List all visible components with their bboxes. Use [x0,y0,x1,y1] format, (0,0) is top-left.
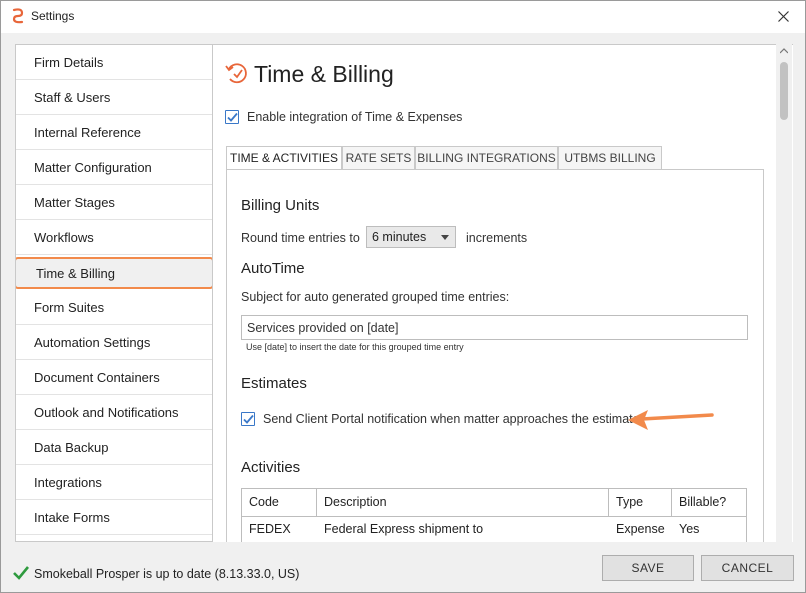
sidebar-item-document-containers[interactable]: Document Containers [16,360,212,395]
time-billing-clock-icon [224,60,250,86]
cancel-button[interactable]: CANCEL [701,555,794,581]
close-button[interactable] [769,4,797,28]
sidebar-item-integrations[interactable]: Integrations [16,465,212,500]
autotime-hint: Use [date] to insert the date for this g… [246,342,464,352]
column-header-description[interactable]: Description [317,489,609,517]
tab-time-activities[interactable]: TIME & ACTIVITIES [226,146,342,171]
column-header-type[interactable]: Type [609,489,672,517]
estimate-notification-label[interactable]: Send Client Portal notification when mat… [263,412,640,426]
column-header-code[interactable]: Code [242,489,317,517]
settings-window: Settings Firm Details Staff & Users Inte… [0,0,806,593]
round-time-value: 6 minutes [372,230,427,244]
sidebar-item-workflows[interactable]: Workflows [16,220,212,255]
sidebar-item-form-suites[interactable]: Form Suites [16,290,212,325]
sidebar-item-matter-stages[interactable]: Matter Stages [16,185,212,220]
page-title: Time & Billing [254,61,394,87]
sidebar-item-matter-configuration[interactable]: Matter Configuration [16,150,212,185]
annotation-arrow-icon [628,410,714,430]
column-header-billable[interactable]: Billable? [672,489,746,517]
sidebar-item-intake-forms[interactable]: Intake Forms [16,500,212,535]
title-bar: Settings [1,1,805,33]
table-cell-description: Federal Express shipment to [324,522,484,536]
checkmark-icon [243,414,254,424]
autotime-subject-label: Subject for auto generated grouped time … [241,290,510,304]
estimate-notification-checkbox[interactable] [241,412,255,426]
sidebar-item-data-backup[interactable]: Data Backup [16,430,212,465]
sidebar-item-time-billing[interactable]: Time & Billing [16,257,212,289]
chevron-down-icon [441,235,449,240]
time-activities-panel [226,169,764,542]
billing-units-heading: Billing Units [241,197,320,214]
scrollbar-thumb[interactable] [780,62,788,120]
scroll-up-arrow-icon[interactable] [780,48,788,54]
enable-integration-label[interactable]: Enable integration of Time & Expenses [247,110,462,124]
round-time-label: Round time entries to [241,231,360,245]
activities-heading: Activities [241,459,301,476]
tab-utbms-billing[interactable]: UTBMS BILLING [558,146,662,170]
settings-sidebar: Firm Details Staff & Users Internal Refe… [15,44,213,542]
tab-billing-integrations[interactable]: BILLING INTEGRATIONS [415,146,558,170]
window-title: Settings [31,9,75,23]
checkmark-icon [227,112,238,122]
close-icon [777,10,789,22]
save-button[interactable]: SAVE [602,555,694,581]
autotime-subject-input[interactable] [241,315,748,340]
autotime-heading: AutoTime [241,260,305,277]
increments-label: increments [466,231,528,245]
enable-integration-checkbox[interactable] [225,110,239,124]
tab-rate-sets[interactable]: RATE SETS [342,146,415,170]
checkmark-status-icon [13,566,29,580]
sidebar-item-outlook-notifications[interactable]: Outlook and Notifications [16,395,212,430]
vertical-scrollbar[interactable] [776,44,792,542]
round-time-select[interactable]: 6 minutes [366,226,456,248]
table-cell-type: Expense [616,522,665,536]
sidebar-item-internal-reference[interactable]: Internal Reference [16,115,212,150]
table-cell-billable: Yes [679,522,700,536]
smokeball-logo-icon [10,8,26,24]
update-status-text: Smokeball Prosper is up to date (8.13.33… [34,567,300,581]
table-cell-code: FEDEX [249,522,291,536]
sidebar-item-staff-users[interactable]: Staff & Users [16,80,212,115]
sidebar-item-automation-settings[interactable]: Automation Settings [16,325,212,360]
sidebar-item-firm-details[interactable]: Firm Details [16,45,212,80]
estimates-heading: Estimates [241,375,307,392]
activities-table: Code Description Type Billable? FEDEX Fe… [241,488,747,548]
